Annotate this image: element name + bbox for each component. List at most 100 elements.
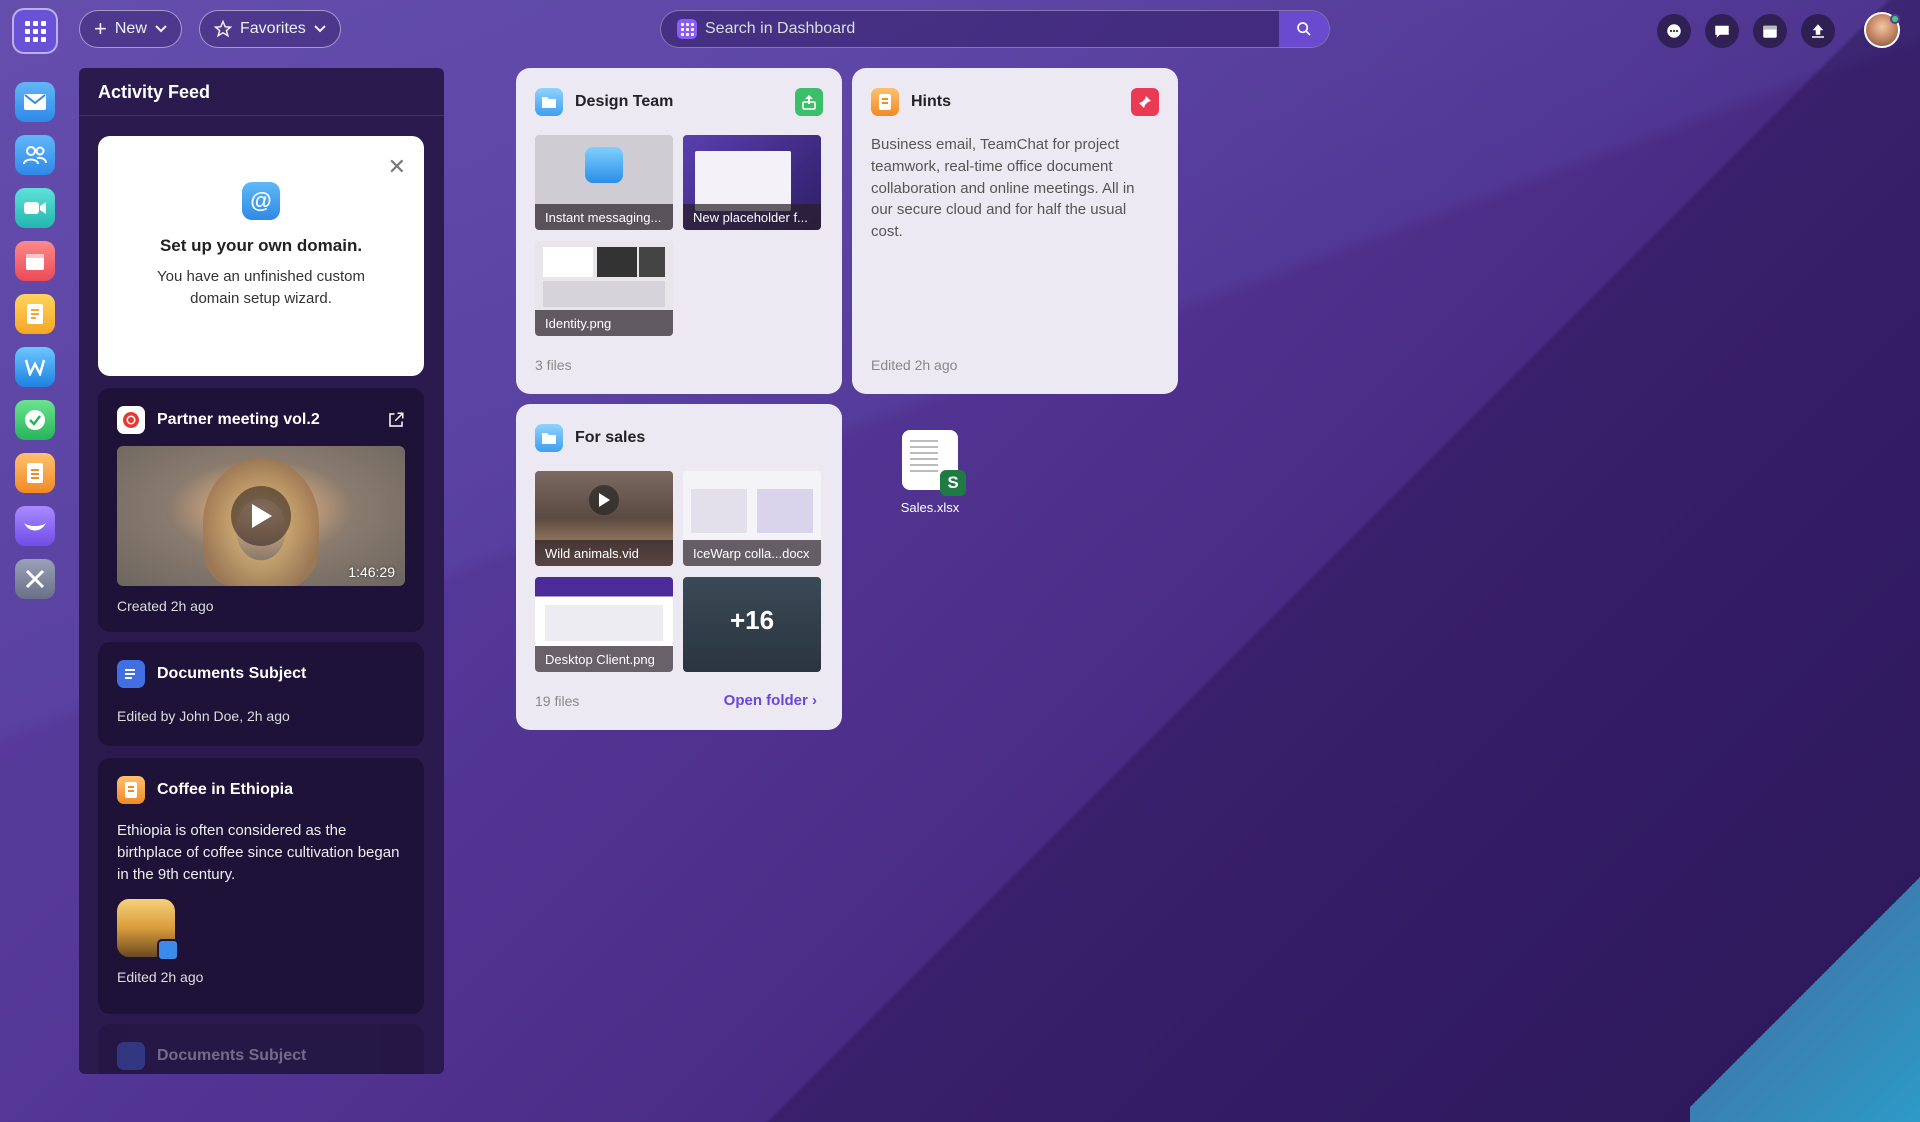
design-team-folder-widget[interactable]: Design Team Instant messaging... New pla… [516,68,842,394]
online-status-indicator [1890,14,1900,24]
note-text: Ethiopia is often considered as the birt… [117,822,400,883]
file-preview [597,247,637,277]
meeting-title: Partner meeting vol.2 [157,411,320,428]
at-sign-icon: @ [242,182,280,220]
search-button[interactable] [1279,11,1329,47]
chevron-down-icon [314,25,326,33]
note-card[interactable]: Coffee in Ethiopia Ethiopia is often con… [98,758,424,1014]
dock-contacts[interactable] [15,135,55,175]
star-icon [214,20,232,38]
external-link-icon[interactable] [387,411,405,429]
file-icon [27,463,43,483]
file-preview [545,605,663,641]
play-icon[interactable] [589,485,619,515]
new-button-label: New [114,20,147,37]
meeting-card[interactable]: Partner meeting vol.2 1:46:29 Created 2h… [98,388,424,632]
file-tile-label: IceWarp colla...docx [683,540,821,566]
spreadsheet-badge: S [940,470,966,496]
more-files-tile[interactable]: +16 [683,577,821,672]
meeting-video-thumbnail[interactable]: 1:46:29 [117,446,405,586]
search-input[interactable] [697,20,1279,38]
domain-setup-card[interactable]: ✕ @ Set up your own domain. You have an … [98,136,424,376]
dock-calendar[interactable] [15,241,55,281]
desktop-file-name: Sales.xlsx [900,500,960,515]
document-w-icon [24,359,46,376]
dock-mail[interactable] [15,82,55,122]
dock-tasks[interactable] [15,400,55,440]
file-preview [695,151,791,211]
play-icon[interactable] [231,486,291,546]
chevron-right-icon: › [812,692,817,709]
domain-card-text: You have an unfinished custom domain set… [157,268,365,307]
video-camera-icon [24,202,46,214]
calendar-button[interactable] [1753,14,1787,48]
document-d-icon [117,1042,145,1070]
mail-icon [24,94,46,110]
meeting-meta: Created 2h ago [117,598,214,614]
upload-button[interactable] [1801,14,1835,48]
desktop-file-sales[interactable]: S Sales.xlsx [895,430,966,515]
dock-notes[interactable] [15,294,55,334]
messages-button[interactable] [1705,14,1739,48]
documents-title: Documents Subject [157,665,307,682]
file-tile[interactable]: IceWarp colla...docx [683,471,821,566]
file-tile[interactable]: Instant messaging... [535,135,673,230]
upload-icon [1812,24,1824,38]
file-tile[interactable]: New placeholder f... [683,135,821,230]
share-icon [802,95,816,110]
note-icon [871,88,899,116]
share-folder-button[interactable] [795,88,823,116]
note-title: Coffee in Ethiopia [157,781,293,798]
calendar-icon [26,254,44,270]
search-icon [1297,22,1311,36]
file-tile-label: Desktop Client.png [535,646,673,672]
chat-bubble-icon [1667,24,1681,38]
folder-icon [535,424,563,452]
note-image-thumbnail[interactable] [117,899,179,962]
note-meta: Edited 2h ago [117,969,204,986]
new-button[interactable]: + New [79,10,182,48]
record-icon [117,406,145,434]
folder-icon [585,147,623,183]
file-preview [757,489,813,533]
file-count: 3 files [535,357,572,373]
dock-teamchat[interactable] [15,506,55,546]
file-tile-label: New placeholder f... [683,204,821,230]
hints-title: Hints [911,93,951,110]
pin-icon [1139,96,1151,108]
unpin-button[interactable] [1131,88,1159,116]
open-folder-link[interactable]: Open folder › [724,692,817,709]
hints-widget[interactable]: Hints Business email, TeamChat for proje… [852,68,1178,394]
top-bar: + New Favorites [0,0,1920,56]
for-sales-title: For sales [575,429,646,446]
dock-meetings[interactable] [15,188,55,228]
contacts-icon [23,146,47,165]
file-tile[interactable]: Wild animals.vid [535,471,673,566]
file-preview [543,281,665,307]
dock-documents[interactable] [15,347,55,387]
documents-card[interactable]: Documents Subject Edited by John Doe, 2h… [98,642,424,746]
file-count: 19 files [535,693,580,709]
app-launcher-button[interactable] [12,8,58,54]
close-icon[interactable]: ✕ [388,154,406,180]
plus-icon: + [94,16,107,41]
search-bar [660,10,1330,48]
checkmark-icon [25,410,45,430]
documents-meta: Edited by John Doe, 2h ago [117,708,290,724]
documents-card-2[interactable]: Documents Subject [98,1024,424,1074]
for-sales-folder-widget[interactable]: For sales Wild animals.vid IceWarp colla… [516,404,842,730]
spreadsheet-icon: S [902,430,966,496]
file-tile-label: Wild animals.vid [535,540,673,566]
calendar-icon [1763,25,1777,38]
dock-tools[interactable] [15,559,55,599]
teamchat-icon [24,523,46,531]
chevron-down-icon [155,25,167,33]
favorites-button[interactable]: Favorites [199,10,341,48]
file-tile[interactable]: Identity.png [535,241,673,336]
file-tile[interactable]: Desktop Client.png [535,577,673,672]
chat-button[interactable] [1657,14,1691,48]
open-folder-label: Open folder [723,692,808,709]
hints-meta: Edited 2h ago [871,357,958,373]
dock-files[interactable] [15,453,55,493]
hints-text: Business email, TeamChat for project tea… [871,136,1135,240]
